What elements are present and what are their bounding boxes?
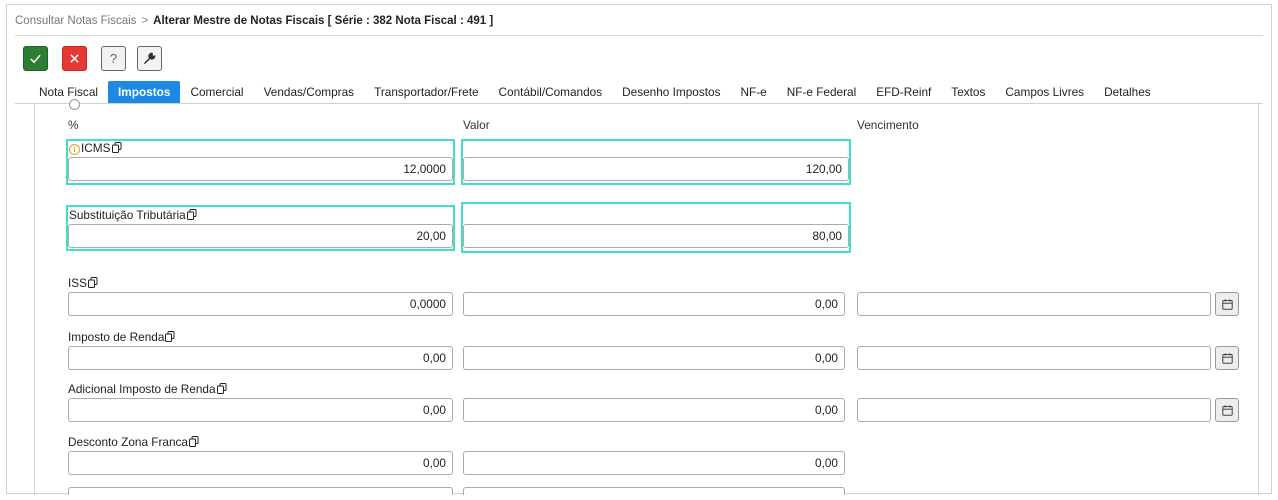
- next-row-value-input[interactable]: [463, 487, 845, 495]
- confirm-button[interactable]: [23, 46, 48, 71]
- tab-vendas-compras[interactable]: Vendas/Compras: [254, 81, 365, 103]
- tab-bar: Nota Fiscal Impostos Comercial Vendas/Co…: [29, 81, 1161, 103]
- ir-calendar-button[interactable]: [1215, 346, 1239, 370]
- column-header-percent: %: [68, 118, 79, 132]
- close-icon: [70, 54, 79, 63]
- copy-icon[interactable]: [165, 331, 175, 342]
- st-label-text: Substituição Tributária: [69, 208, 186, 222]
- tab-impostos[interactable]: Impostos: [108, 81, 181, 103]
- air-value-input[interactable]: 0,00: [463, 398, 845, 422]
- copy-icon[interactable]: [111, 142, 122, 153]
- tab-nfe-federal[interactable]: NF-e Federal: [777, 81, 867, 103]
- air-calendar-button[interactable]: [1215, 398, 1239, 422]
- copy-icon[interactable]: [88, 277, 98, 288]
- icms-percent-input[interactable]: 12,0000: [68, 157, 453, 181]
- iss-label: ISS: [68, 276, 98, 290]
- dzf-value-input[interactable]: 0,00: [463, 451, 845, 475]
- tab-contabil-comandos[interactable]: Contábil/Comandos: [489, 81, 613, 103]
- tab-detalhes[interactable]: Detalhes: [1094, 81, 1161, 103]
- iss-due-date-input[interactable]: [857, 292, 1211, 316]
- calendar-icon: [1221, 352, 1233, 364]
- st-label: Substituição Tributária: [69, 208, 197, 222]
- air-label-text: Adicional Imposto de Renda: [68, 382, 216, 396]
- tab-transportador-frete[interactable]: Transportador/Frete: [364, 81, 488, 103]
- dzf-percent-input[interactable]: 0,00: [68, 451, 453, 475]
- main-window: Consultar Notas Fiscais > Alterar Mestre d…: [6, 4, 1272, 495]
- air-due-date-input[interactable]: [857, 398, 1211, 422]
- icms-label: i ICMS: [69, 141, 122, 155]
- st-percent-input[interactable]: 20,00: [68, 224, 453, 248]
- tab-campos-livres[interactable]: Campos Livres: [995, 81, 1094, 103]
- cancel-button[interactable]: [62, 46, 87, 71]
- calendar-icon: [1221, 404, 1233, 416]
- breadcrumb-parent-link[interactable]: Consultar Notas Fiscais: [15, 15, 136, 27]
- breadcrumb-separator: >: [141, 15, 149, 27]
- iss-value-input[interactable]: 0,00: [463, 292, 845, 316]
- tab-comercial[interactable]: Comercial: [180, 81, 253, 103]
- impostos-panel: % Valor Vencimento i ICMS 12,0000 120,00 …: [34, 99, 1259, 495]
- iss-percent-input[interactable]: 0,0000: [68, 292, 453, 316]
- check-icon: [30, 54, 41, 64]
- column-header-value: Valor: [463, 118, 490, 132]
- dzf-label-text: Desconto Zona Franca: [68, 435, 188, 449]
- scrolled-radio-button[interactable]: [69, 99, 80, 110]
- air-label: Adicional Imposto de Renda: [68, 382, 227, 396]
- header-divider: [15, 35, 1263, 36]
- icms-value-input[interactable]: 120,00: [463, 157, 849, 181]
- column-header-due: Vencimento: [857, 118, 919, 132]
- dzf-label: Desconto Zona Franca: [68, 435, 199, 449]
- iss-calendar-button[interactable]: [1215, 292, 1239, 316]
- iss-label-text: ISS: [68, 276, 88, 290]
- tab-efd-reinf[interactable]: EFD-Reinf: [866, 81, 941, 103]
- ir-label-text: Imposto de Renda: [68, 330, 165, 344]
- tab-nota-fiscal[interactable]: Nota Fiscal: [29, 81, 108, 103]
- copy-icon[interactable]: [186, 209, 197, 220]
- copy-icon[interactable]: [189, 436, 199, 447]
- st-value-input[interactable]: 80,00: [463, 224, 849, 248]
- ir-label: Imposto de Renda: [68, 330, 175, 344]
- breadcrumb-current: Alterar Mestre de Notas Fiscais [ Série …: [153, 15, 494, 27]
- breadcrumb: Consultar Notas Fiscais > Alterar Mestre d…: [15, 15, 493, 27]
- calendar-icon: [1221, 298, 1233, 310]
- ir-due-date-input[interactable]: [857, 346, 1211, 370]
- tools-button[interactable]: [137, 46, 162, 71]
- ir-percent-input[interactable]: 0,00: [68, 346, 453, 370]
- next-row-percent-input[interactable]: [68, 487, 453, 495]
- wrench-icon: [144, 52, 156, 64]
- ir-value-input[interactable]: 0,00: [463, 346, 845, 370]
- icms-label-text: ICMS: [81, 141, 111, 155]
- copy-icon[interactable]: [216, 383, 227, 394]
- tab-nfe[interactable]: NF-e: [731, 81, 777, 103]
- info-warning-icon: i: [69, 144, 80, 155]
- air-percent-input[interactable]: 0,00: [68, 398, 453, 422]
- help-label: ?: [109, 51, 118, 66]
- tab-textos[interactable]: Textos: [941, 81, 995, 103]
- help-button[interactable]: ?: [101, 46, 126, 71]
- tab-desenho-impostos[interactable]: Desenho Impostos: [612, 81, 730, 103]
